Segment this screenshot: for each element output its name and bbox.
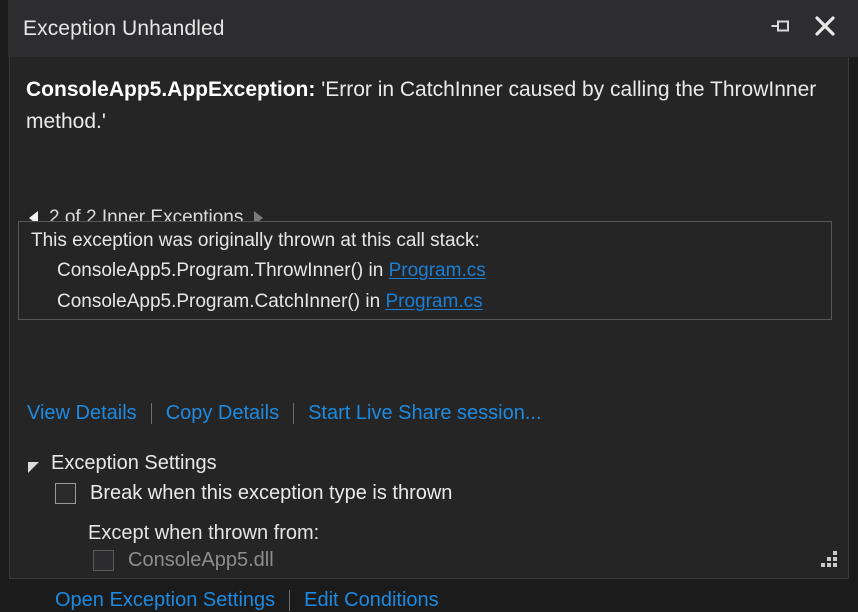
resize-grip[interactable]: [818, 549, 840, 571]
break-when-thrown-row[interactable]: Break when this exception type is thrown: [55, 482, 452, 505]
call-stack-file-link[interactable]: Program.cs: [385, 291, 482, 312]
break-when-thrown-label: Break when this exception type is thrown: [90, 482, 453, 504]
link-separator: [150, 403, 152, 424]
call-stack-frame-method: ConsoleApp5.Program.ThrowInner() in: [57, 260, 389, 281]
close-button[interactable]: [810, 11, 840, 41]
dialog-content: ConsoleApp5.AppException: 'Error in Catc…: [9, 57, 849, 611]
title-bar-buttons: [766, 11, 840, 41]
call-stack-file-link[interactable]: Program.cs: [389, 260, 486, 281]
break-when-thrown-checkbox[interactable]: [55, 483, 76, 504]
exception-dialog: Exception Unhandled ConsoleApp5.AppExcep…: [0, 0, 858, 611]
close-icon: [813, 14, 837, 38]
call-stack-frame: ConsoleApp5.Program.CatchInner() in Prog…: [57, 291, 483, 313]
pin-icon: [770, 15, 792, 37]
call-stack-frame-method: ConsoleApp5.Program.CatchInner() in: [57, 291, 386, 312]
chevron-expanded-icon: [27, 457, 41, 473]
module-exclusion-label: ConsoleApp5.dll: [128, 549, 274, 571]
action-links: View Details Copy Details Start Live Sha…: [27, 402, 542, 425]
link-separator: [289, 590, 291, 611]
dialog-title: Exception Unhandled: [23, 17, 225, 40]
module-exclusion-row[interactable]: ConsoleApp5.dll: [93, 549, 274, 572]
link-separator: [293, 403, 295, 424]
pin-button[interactable]: [766, 11, 796, 41]
copy-details-link[interactable]: Copy Details: [166, 402, 279, 425]
resize-grip-icon: [821, 551, 837, 567]
exception-settings-expander[interactable]: Exception Settings: [27, 452, 217, 475]
call-stack-title: This exception was originally thrown at …: [31, 230, 480, 251]
settings-links: Open Exception Settings Edit Conditions: [55, 589, 439, 612]
exception-type: ConsoleApp5.AppException:: [26, 78, 316, 101]
title-bar: Exception Unhandled: [8, 0, 858, 57]
view-details-link[interactable]: View Details: [27, 402, 137, 425]
start-live-share-link[interactable]: Start Live Share session...: [308, 402, 541, 425]
exception-settings-label: Exception Settings: [51, 452, 217, 474]
except-when-thrown-label: Except when thrown from:: [88, 522, 320, 544]
call-stack-frame: ConsoleApp5.Program.ThrowInner() in Prog…: [57, 260, 486, 282]
exception-headline: ConsoleApp5.AppException: 'Error in Catc…: [26, 74, 826, 138]
edit-conditions-link[interactable]: Edit Conditions: [304, 589, 439, 612]
module-exclusion-checkbox[interactable]: [93, 550, 114, 571]
call-stack-box: This exception was originally thrown at …: [18, 221, 832, 320]
open-exception-settings-link[interactable]: Open Exception Settings: [55, 589, 275, 612]
